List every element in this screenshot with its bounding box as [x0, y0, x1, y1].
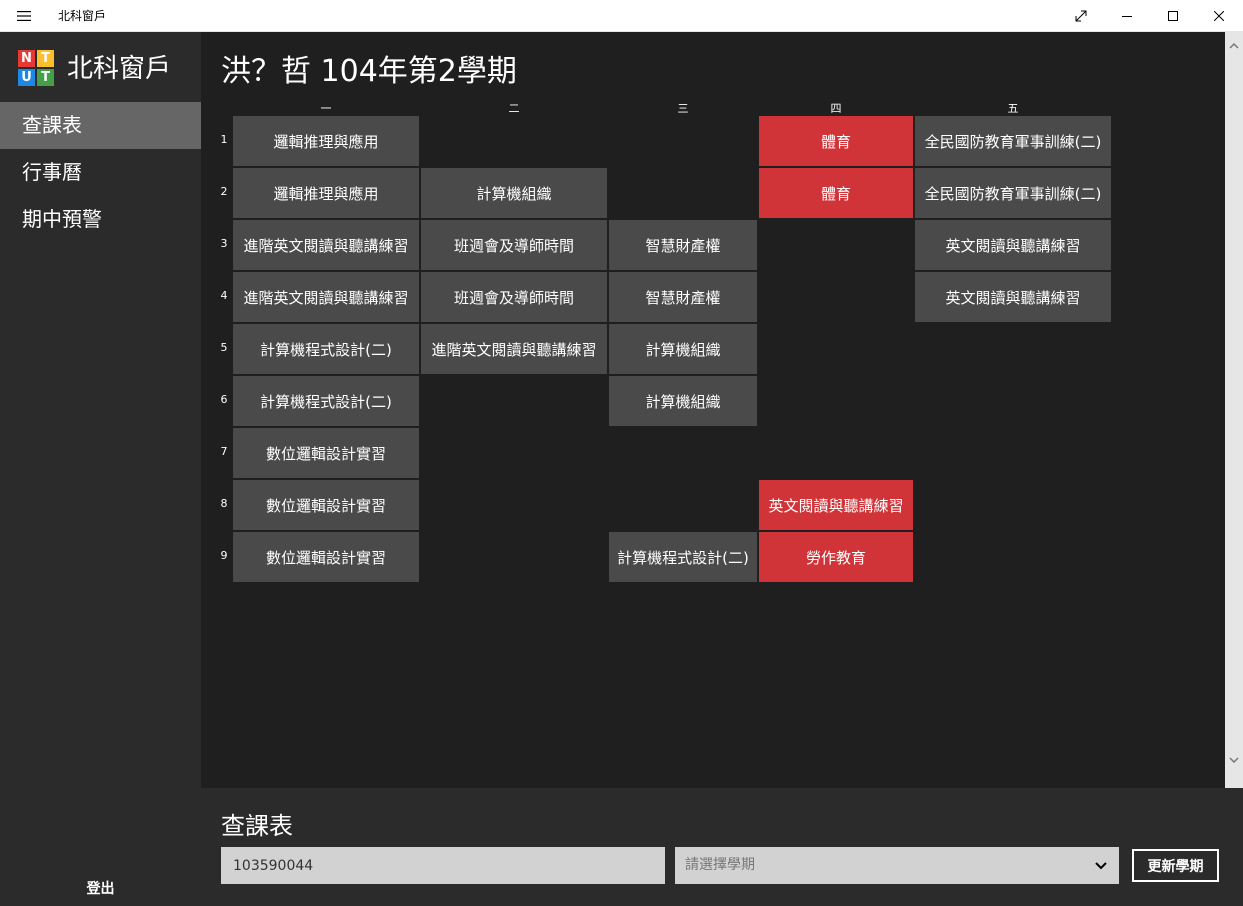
- course-cell[interactable]: 進階英文閱讀與聽講練習: [421, 324, 607, 374]
- sidebar: NTUT 北科窗戶 查課表 行事曆 期中預警 登出: [0, 32, 201, 906]
- period-number: 3: [220, 237, 228, 250]
- student-id-input[interactable]: [221, 847, 665, 884]
- course-cell[interactable]: 英文閱讀與聽講練習: [759, 480, 913, 530]
- course-cell[interactable]: 邏輯推理與應用: [233, 116, 419, 166]
- course-cell[interactable]: 智慧財產權: [609, 220, 757, 270]
- period-number: 7: [220, 445, 228, 458]
- period-number: 6: [220, 393, 228, 406]
- course-cell[interactable]: 班週會及導師時間: [421, 272, 607, 322]
- sidebar-item-timetable[interactable]: 查課表: [0, 102, 201, 149]
- course-cell[interactable]: 計算機程式設計(二): [233, 376, 419, 426]
- course-cell[interactable]: 全民國防教育軍事訓練(二): [915, 116, 1111, 166]
- course-cell[interactable]: 計算機組織: [609, 376, 757, 426]
- logo-letter: N: [18, 50, 35, 67]
- course-cell[interactable]: 數位邏輯設計實習: [233, 532, 419, 582]
- course-cell[interactable]: 數位邏輯設計實習: [233, 428, 419, 478]
- bottom-bar: 查課表 請選擇學期 更新學期: [201, 788, 1243, 906]
- course-cell[interactable]: 全民國防教育軍事訓練(二): [915, 168, 1111, 218]
- hamburger-menu-icon[interactable]: [0, 0, 48, 32]
- scroll-up-arrow-icon[interactable]: [1225, 42, 1243, 58]
- course-cell[interactable]: 勞作教育: [759, 532, 913, 582]
- course-cell[interactable]: 數位邏輯設計實習: [233, 480, 419, 530]
- period-number: 4: [220, 289, 228, 302]
- course-cell[interactable]: 體育: [759, 116, 913, 166]
- period-number: 2: [220, 185, 228, 198]
- course-cell[interactable]: 進階英文閱讀與聽講練習: [233, 220, 419, 270]
- course-cell[interactable]: 邏輯推理與應用: [233, 168, 419, 218]
- scroll-down-arrow-icon[interactable]: [1225, 756, 1243, 772]
- timetable-area: 洪？哲 104年第2學期 一 二 三 四 五 1 2 3 4 5 6 7 8 9 邏輯推理與應用 邏輯推理與應…: [201, 32, 1225, 788]
- logout-button[interactable]: 登出: [0, 878, 201, 898]
- logo-letter: U: [18, 69, 35, 86]
- course-cell[interactable]: 計算機組織: [421, 168, 607, 218]
- semester-select-placeholder: 請選擇學期: [685, 857, 755, 873]
- brand-name: 北科窗戶: [67, 54, 172, 84]
- close-icon: [1214, 11, 1224, 21]
- page-title: 洪？哲 104年第2學期: [221, 54, 517, 89]
- maximize-icon: [1168, 11, 1178, 21]
- course-cell[interactable]: 計算機程式設計(二): [609, 532, 757, 582]
- period-number: 5: [220, 341, 228, 354]
- course-cell[interactable]: 體育: [759, 168, 913, 218]
- day-header: 三: [677, 102, 689, 115]
- sidebar-item-calendar[interactable]: 行事曆: [0, 149, 201, 196]
- period-number: 1: [220, 133, 228, 146]
- bottom-title: 查課表: [221, 812, 293, 840]
- course-cell[interactable]: 智慧財產權: [609, 272, 757, 322]
- period-number: 8: [220, 497, 228, 510]
- update-semester-button[interactable]: 更新學期: [1132, 849, 1219, 882]
- course-cell[interactable]: 英文閱讀與聽講練習: [915, 272, 1111, 322]
- day-header: 四: [830, 102, 842, 115]
- logo-letter: T: [37, 50, 54, 67]
- close-button[interactable]: [1196, 0, 1242, 32]
- course-cell[interactable]: 英文閱讀與聽講練習: [915, 220, 1111, 270]
- day-header: 一: [320, 102, 332, 115]
- vertical-scrollbar[interactable]: [1225, 32, 1243, 788]
- fullscreen-button[interactable]: [1058, 0, 1104, 32]
- maximize-button[interactable]: [1150, 0, 1196, 32]
- day-header: 二: [508, 102, 520, 115]
- logo-letter: T: [37, 69, 54, 86]
- title-bar: 北科窗戶: [0, 0, 1243, 32]
- semester-select[interactable]: 請選擇學期: [675, 847, 1119, 884]
- window-title: 北科窗戶: [58, 9, 107, 23]
- period-number: 9: [220, 549, 228, 562]
- course-cell[interactable]: 進階英文閱讀與聽講練習: [233, 272, 419, 322]
- chevron-down-icon: [1095, 862, 1107, 870]
- sidebar-item-midterm-warning[interactable]: 期中預警: [0, 196, 201, 243]
- fullscreen-icon: [1075, 10, 1087, 22]
- minimize-icon: [1122, 16, 1132, 17]
- course-cell[interactable]: 計算機組織: [609, 324, 757, 374]
- sidebar-nav: 查課表 行事曆 期中預警: [0, 102, 201, 243]
- day-header: 五: [1007, 102, 1019, 115]
- course-cell[interactable]: 班週會及導師時間: [421, 220, 607, 270]
- minimize-button[interactable]: [1104, 0, 1150, 32]
- course-cell[interactable]: 計算機程式設計(二): [233, 324, 419, 374]
- ntut-logo: NTUT: [18, 50, 54, 86]
